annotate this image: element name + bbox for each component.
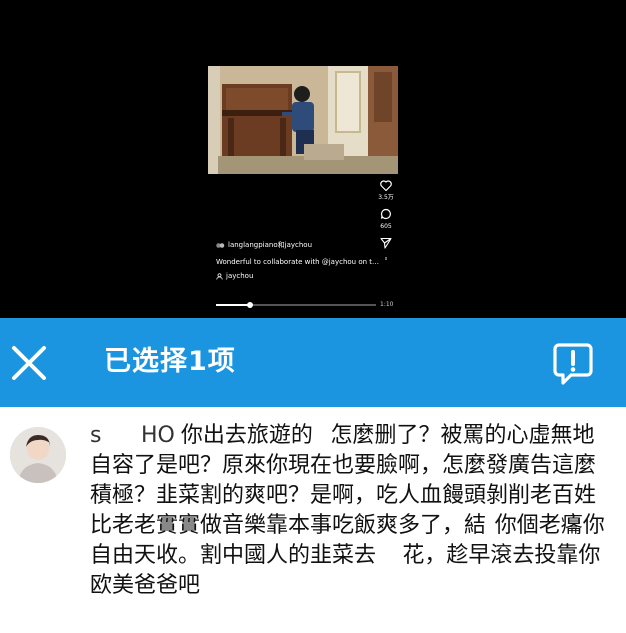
post-meta: langlangpiano和jaychou Wonderful to colla… [216,240,386,280]
comment-action[interactable]: 605 [380,208,392,231]
tagged-user[interactable]: jaychou [216,272,386,280]
close-selection-button[interactable] [10,344,48,382]
video-progress-fill [216,304,250,306]
report-icon [553,343,593,385]
comment-text: 你出去旅遊的 怎麼删了？被罵的心虛無地自容了是吧？原來你現在也要臉啊，怎麼發廣告… [90,423,605,598]
selection-count-title: 已选择1项 [104,346,236,377]
like-action[interactable]: 3.5万 [378,180,394,202]
comment-count: 605 [380,223,392,230]
heart-icon [380,180,392,191]
avatar-image [10,427,66,483]
collab-avatars-icon [216,242,225,248]
post-authors-label: langlangpiano和jaychou [228,241,313,249]
video-progress-handle[interactable] [246,302,253,308]
post-caption[interactable]: Wonderful to collaborate with @jaychou o… [216,258,386,266]
tagged-user-label: jaychou [226,272,254,280]
like-count: 3.5万 [378,194,394,201]
person-tag-icon [216,272,223,280]
video-post-area: 3.5万 605 langlangpiano和jaychou Wonderful… [0,0,626,318]
commenter-avatar[interactable] [10,427,66,483]
post-authors[interactable]: langlangpiano和jaychou [216,240,386,250]
commenter-username[interactable]: s HO [90,423,175,448]
video-duration: 1:10 [380,301,394,308]
comment-body: s HO 你出去旅遊的 怎麼删了？被罵的心虛無地自容了是吧？原來你現在也要臉啊，怎… [90,421,610,601]
video-thumbnail[interactable] [208,66,398,174]
selected-comment[interactable]: s HO 你出去旅遊的 怎麼删了？被罵的心虛無地自容了是吧？原來你現在也要臉啊，怎… [0,407,626,633]
close-icon [12,346,46,380]
video-frame-image [208,66,398,174]
selection-toolbar: 已选择1项 [0,318,626,407]
comment-bubble-icon [380,208,391,220]
report-button[interactable] [553,342,593,386]
video-progress-bar[interactable] [216,302,376,308]
